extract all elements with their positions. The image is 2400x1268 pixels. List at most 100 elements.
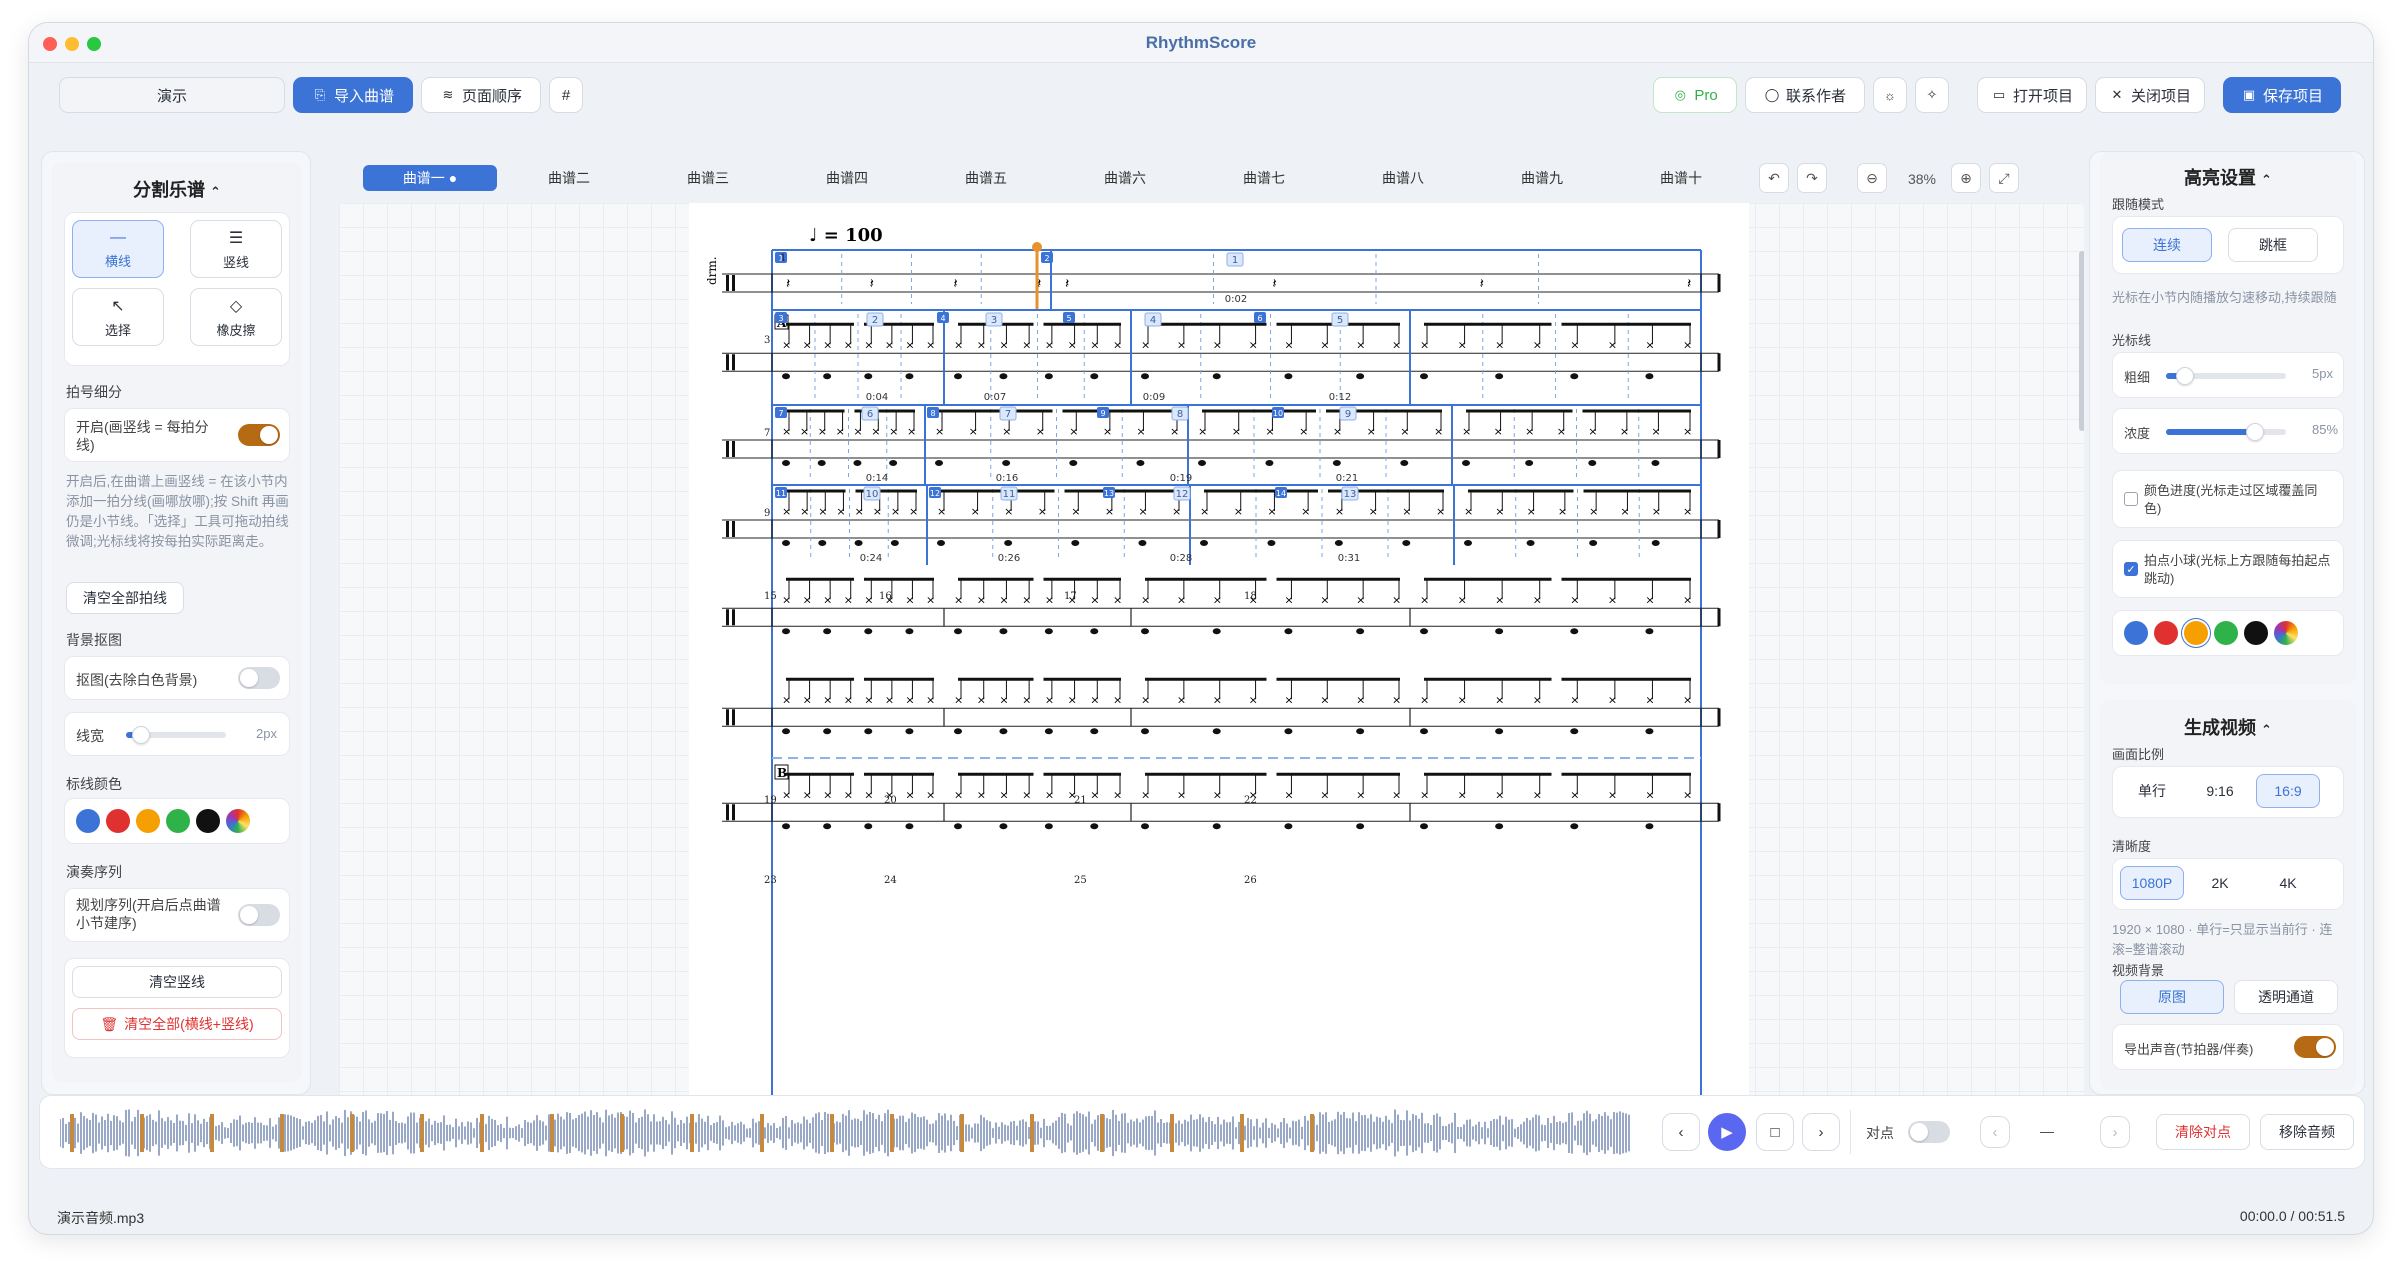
open-project-button[interactable]: ▭ 打开项目 (1977, 77, 2087, 113)
ratio-16-9[interactable]: 16:9 (2256, 774, 2320, 808)
sync-marker[interactable] (350, 1114, 354, 1152)
sync-marker[interactable] (550, 1114, 554, 1152)
select-tool[interactable]: ↖ 选择 (72, 288, 164, 346)
video-title[interactable]: 生成视频 ⌃ (2100, 714, 2356, 740)
measure-number-button[interactable]: # (549, 77, 583, 113)
sync-marker[interactable] (210, 1114, 214, 1152)
quality-2k[interactable]: 2K (2188, 866, 2252, 900)
demo-button[interactable]: 演示 (59, 77, 285, 113)
align-toggle[interactable] (1908, 1121, 1950, 1143)
color-swatch-black[interactable] (196, 809, 220, 833)
cursor-color-blue[interactable] (2124, 621, 2148, 645)
beat-subdivision-toggle[interactable] (238, 424, 280, 446)
sync-marker[interactable] (890, 1114, 894, 1152)
cutout-toggle[interactable] (238, 667, 280, 689)
save-project-button[interactable]: ▣ 保存项目 (2223, 77, 2341, 113)
color-swatch-orange[interactable] (136, 809, 160, 833)
remove-audio-button[interactable]: 移除音频 (2260, 1114, 2354, 1150)
thickness-slider[interactable] (2166, 367, 2286, 385)
cursor-color-red[interactable] (2154, 621, 2178, 645)
video-bg-original[interactable]: 原图 (2120, 980, 2224, 1014)
continuous-label: 连续 (2153, 237, 2181, 253)
sync-marker[interactable] (280, 1114, 284, 1152)
export-audio-toggle[interactable] (2294, 1036, 2336, 1058)
effects-button[interactable]: ✧ (1915, 77, 1949, 113)
color-swatch-red[interactable] (106, 809, 130, 833)
cursor-color-rainbow-icon[interactable] (2274, 621, 2298, 645)
page-order-button[interactable]: ≋ 页面顺序 (421, 77, 541, 113)
sync-marker[interactable] (1310, 1114, 1314, 1152)
clear-all-beat-lines-button[interactable]: 清空全部拍线 (66, 582, 184, 614)
tab-score-10[interactable]: 曲谱十 (1614, 165, 1748, 191)
score-sheet[interactable]: ♩ = 100drm. 𝄽 𝄽 𝄽 𝄽 𝄽 𝄽 𝄽 𝄽× × × × × × × × × × × × × × × × × × × × ×… (339, 203, 2084, 1118)
video-bg-transparent[interactable]: 透明通道 (2234, 980, 2338, 1014)
tab-score-2[interactable]: 曲谱二 (502, 165, 636, 191)
canvas-scrollbar[interactable] (2079, 251, 2084, 431)
sync-marker[interactable] (70, 1114, 74, 1152)
sync-marker[interactable] (1030, 1114, 1034, 1152)
sync-marker[interactable] (620, 1114, 624, 1152)
pro-button[interactable]: ◎ Pro (1653, 77, 1737, 113)
highlight-title[interactable]: 高亮设置 ⌃ (2100, 164, 2356, 190)
sync-marker[interactable] (830, 1114, 834, 1152)
sync-marker[interactable] (140, 1114, 144, 1152)
contact-author-button[interactable]: ◯ 联系作者 (1745, 77, 1865, 113)
quality-1080p[interactable]: 1080P (2120, 866, 2184, 900)
tab-score-1[interactable]: 曲谱一 ● (363, 165, 497, 191)
cursor-color-orange[interactable] (2184, 621, 2208, 645)
color-swatch-blue[interactable] (76, 809, 100, 833)
tab-score-8[interactable]: 曲谱八 (1336, 165, 1470, 191)
sync-marker[interactable] (480, 1114, 484, 1152)
play-button[interactable]: ▶ (1708, 1113, 1746, 1151)
beat-ball-checkbox[interactable]: ✓ (2124, 562, 2138, 576)
color-swatch-green[interactable] (166, 809, 190, 833)
tab-score-7[interactable]: 曲谱七 (1197, 165, 1331, 191)
color-picker-rainbow-icon[interactable] (226, 809, 250, 833)
sync-marker[interactable] (690, 1114, 694, 1152)
horizontal-line-tool[interactable]: — 横线 (72, 220, 164, 278)
sync-marker[interactable] (1240, 1114, 1244, 1152)
zoom-in-button[interactable]: ⊕ (1951, 163, 1981, 193)
sync-marker[interactable] (1100, 1114, 1104, 1152)
opacity-slider[interactable] (2166, 423, 2286, 441)
clear-align-button[interactable]: 清除对点 (2156, 1114, 2250, 1150)
follow-jump-button[interactable]: 跳框 (2228, 228, 2318, 262)
clear-all-lines-button[interactable]: 🗑 清空全部(横线+竖线) (72, 1008, 282, 1040)
vertical-line-tool[interactable]: ☰ 竖线 (190, 220, 282, 278)
line-width-slider[interactable] (126, 726, 226, 744)
stop-button[interactable]: □ (1756, 1113, 1794, 1151)
fit-screen-button[interactable]: ⤢ (1989, 163, 2019, 193)
follow-continuous-button[interactable]: 连续 (2122, 228, 2212, 262)
align-prev-button[interactable]: ‹ (1980, 1116, 2010, 1148)
tab-score-3[interactable]: 曲谱三 (641, 165, 775, 191)
sync-marker[interactable] (420, 1114, 424, 1152)
sync-marker[interactable] (1170, 1114, 1174, 1152)
import-score-button[interactable]: ⎘ 导入曲谱 (293, 77, 413, 113)
sync-marker[interactable] (760, 1114, 764, 1152)
cursor-color-black[interactable] (2244, 621, 2268, 645)
close-project-button[interactable]: ✕ 关闭项目 (2095, 77, 2205, 113)
tab-score-6[interactable]: 曲谱六 (1058, 165, 1192, 191)
next-button[interactable]: › (1802, 1113, 1840, 1151)
sync-marker[interactable] (960, 1114, 964, 1152)
undo-button[interactable]: ↶ (1759, 163, 1789, 193)
eraser-tool[interactable]: ◇ 橡皮擦 (190, 288, 282, 346)
previous-button[interactable]: ‹ (1662, 1113, 1700, 1151)
tab-score-9[interactable]: 曲谱九 (1475, 165, 1609, 191)
play-sequence-toggle[interactable] (238, 904, 280, 926)
color-progress-checkbox[interactable] (2124, 492, 2138, 506)
clear-vertical-lines-button[interactable]: 清空竖线 (72, 966, 282, 998)
redo-button[interactable]: ↷ (1797, 163, 1827, 193)
quality-4k[interactable]: 4K (2256, 866, 2320, 900)
score-canvas[interactable]: ♩ = 100 drm. 𝄽 𝄽 𝄽 𝄽 𝄽 𝄽 𝄽 𝄽 × × × × × × × × × × × × × × × × × × × × ×… (339, 203, 2084, 1118)
ratio-single-line[interactable]: 单行 (2120, 774, 2184, 808)
tab-score-5[interactable]: 曲谱五 (919, 165, 1053, 191)
align-next-button[interactable]: › (2100, 1116, 2130, 1148)
zoom-out-button[interactable]: ⊖ (1857, 163, 1887, 193)
theme-button[interactable]: ☼ (1873, 77, 1907, 113)
tab-score-4[interactable]: 曲谱四 (780, 165, 914, 191)
audio-waveform[interactable] (60, 1108, 1632, 1158)
cursor-color-green[interactable] (2214, 621, 2238, 645)
split-score-title[interactable]: 分割乐谱 ⌃ (52, 176, 302, 202)
ratio-9-16[interactable]: 9:16 (2188, 774, 2252, 808)
